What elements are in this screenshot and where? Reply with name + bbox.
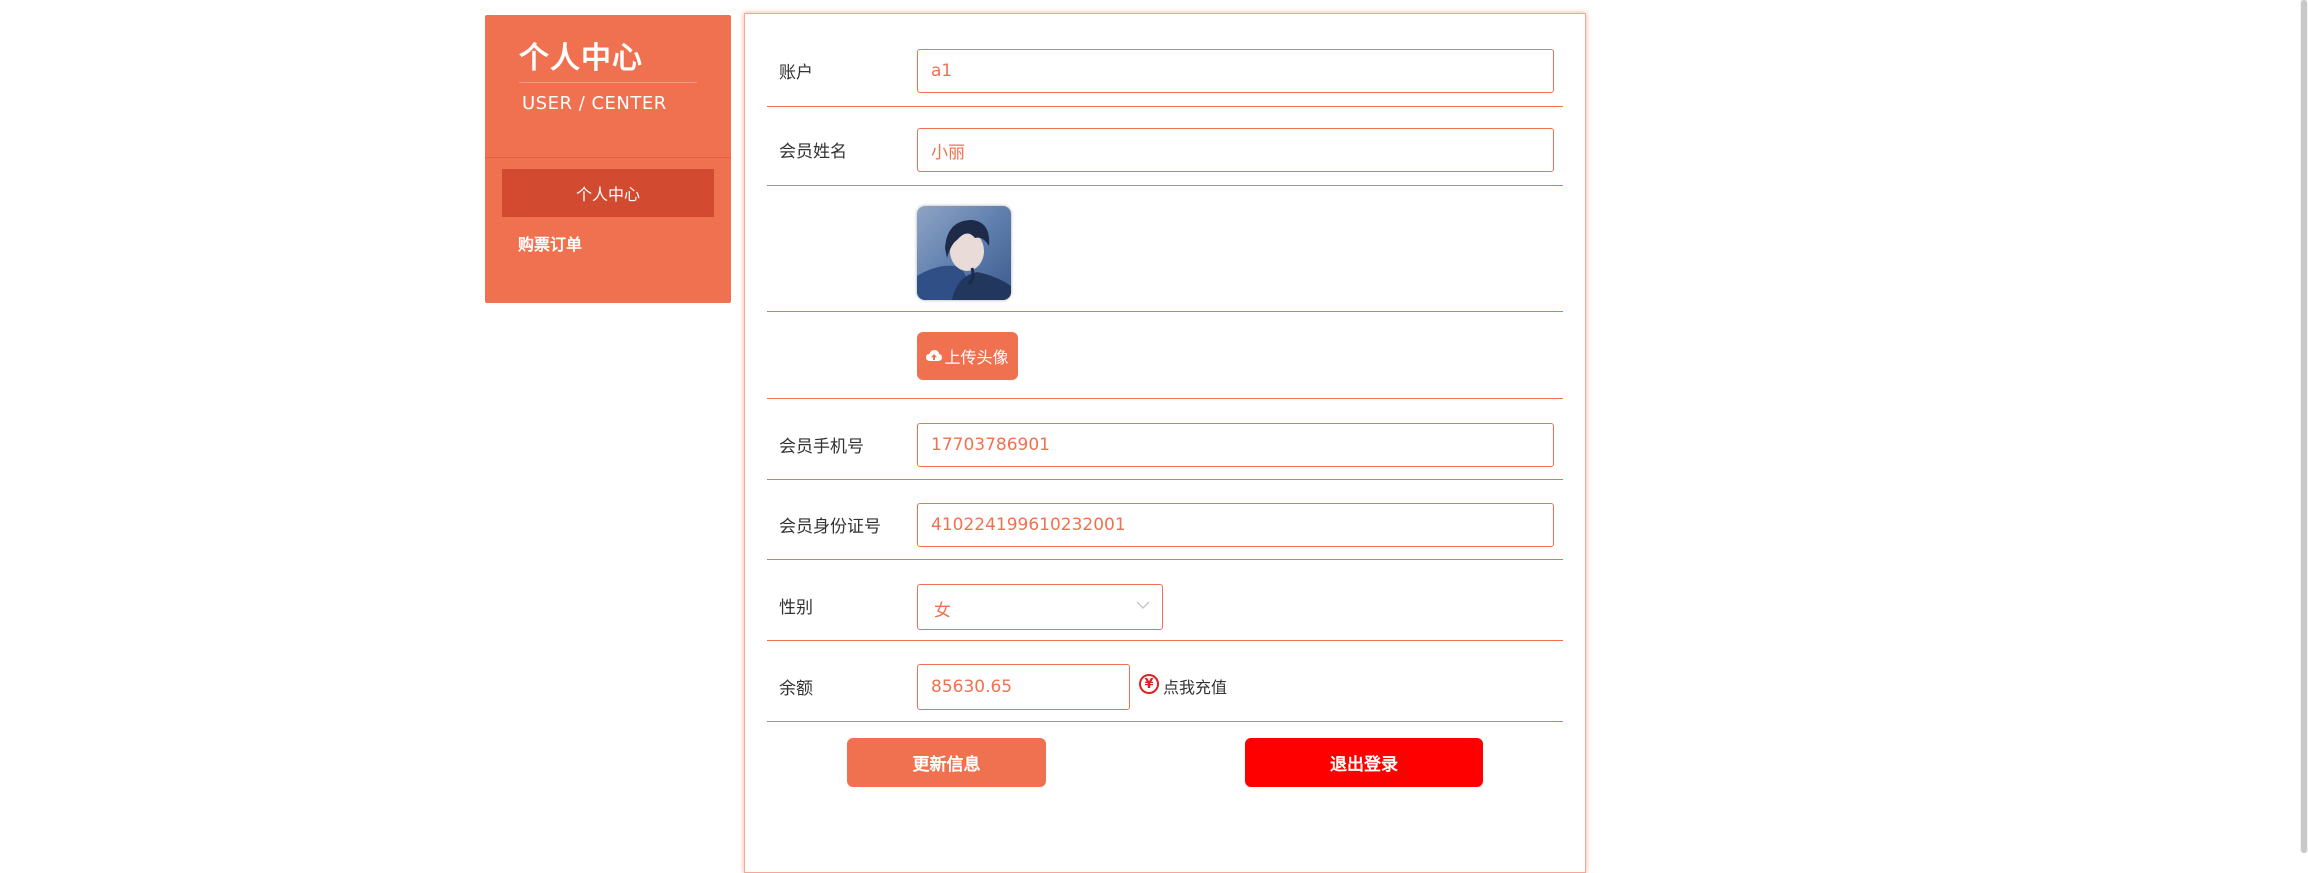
logout-button[interactable]: 退出登录 [1245, 738, 1483, 787]
sidebar-title-divider [519, 82, 697, 83]
recharge-label: 点我充值 [1163, 678, 1228, 697]
name-row: 会员姓名 [767, 107, 1563, 186]
balance-input[interactable] [917, 664, 1130, 710]
page-scrollbar[interactable] [2300, 0, 2308, 853]
update-info-button[interactable]: 更新信息 [847, 738, 1046, 787]
sidebar-item-user-center[interactable]: 个人中心 [502, 169, 714, 217]
avatar-image [917, 206, 1011, 300]
idcard-label: 会员身份证号 [779, 517, 881, 537]
gender-select[interactable]: 女 [917, 584, 1163, 630]
idcard-row: 会员身份证号 [767, 480, 1563, 560]
sidebar-item-ticket-orders[interactable]: 购票订单 [502, 219, 714, 267]
sidebar-subtitle: USER / CENTER [522, 93, 667, 114]
balance-row: 余额 ¥ 点我充值 [767, 641, 1563, 722]
upload-avatar-button[interactable]: 上传头像 [917, 332, 1018, 380]
phone-label: 会员手机号 [779, 437, 864, 457]
upload-row: 上传头像 [767, 312, 1563, 399]
name-label: 会员姓名 [779, 142, 847, 162]
sidebar-section-divider [485, 157, 731, 158]
sidebar-title: 个人中心 [519, 41, 643, 76]
yen-icon: ¥ [1139, 674, 1159, 694]
gender-label: 性别 [779, 598, 813, 618]
chevron-down-icon [1136, 601, 1150, 610]
name-input[interactable] [917, 128, 1554, 172]
avatar-row [767, 186, 1563, 312]
balance-label: 余额 [779, 679, 813, 699]
phone-row: 会员手机号 [767, 399, 1563, 480]
account-label: 账户 [779, 63, 813, 83]
sidebar: 个人中心 USER / CENTER 个人中心 购票订单 [485, 15, 731, 303]
idcard-input[interactable] [917, 503, 1554, 547]
account-input[interactable] [917, 49, 1554, 93]
avatar [917, 206, 1011, 300]
account-row: 账户 [767, 14, 1563, 107]
cloud-upload-icon [926, 350, 943, 361]
phone-input[interactable] [917, 423, 1554, 467]
upload-avatar-label: 上传头像 [944, 348, 1009, 367]
gender-select-value: 女 [934, 601, 951, 621]
scrollbar-thumb[interactable] [2301, 0, 2307, 853]
gender-row: 性别 女 [767, 560, 1563, 641]
profile-panel: 账户 会员姓名 [744, 13, 1586, 873]
recharge-link[interactable]: ¥ 点我充值 [1139, 674, 1227, 698]
